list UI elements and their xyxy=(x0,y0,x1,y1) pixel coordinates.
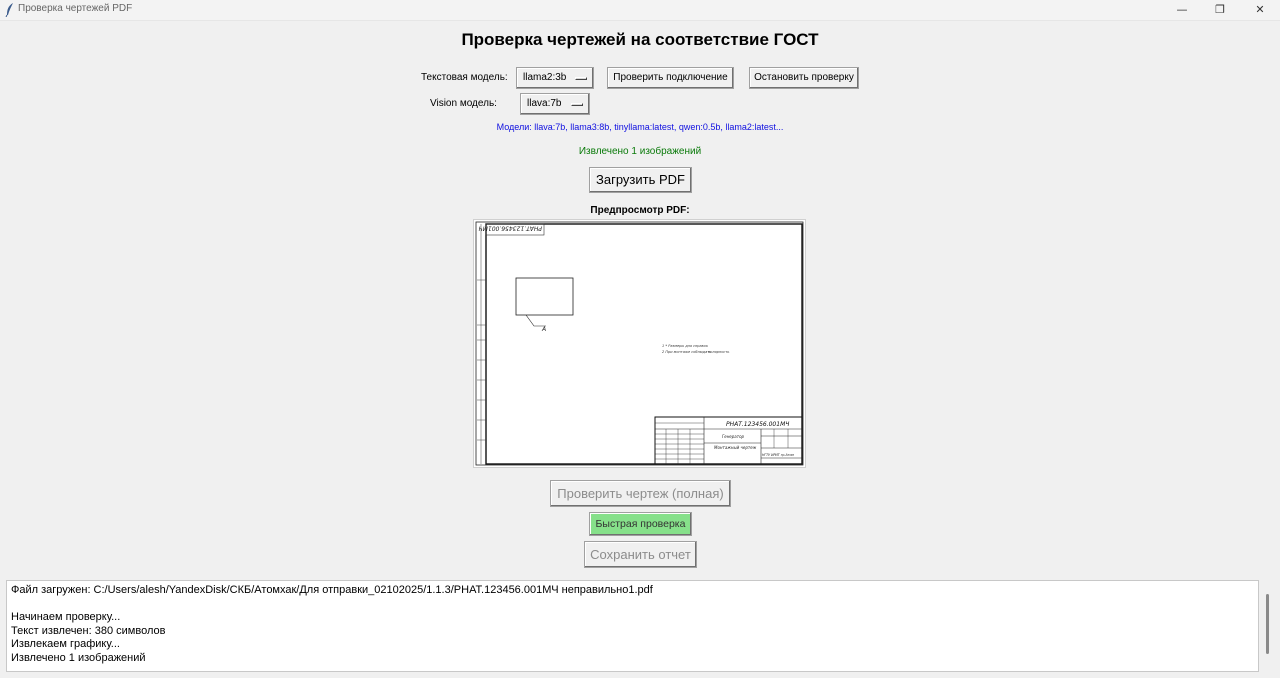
log-line: Текст извлечен: 380 символов xyxy=(11,624,166,637)
models-info: Модели: llava:7b, llama3:8b, tinyllama:l… xyxy=(496,122,784,132)
log-line: Файл загружен: C:/Users/alesh/YandexDisk… xyxy=(11,584,653,596)
check-full-button[interactable]: Проверить чертеж (полная) xyxy=(550,480,731,507)
corner-number: РНАТ.123456.001МЧ xyxy=(479,225,542,232)
app-window: Проверка чертежей PDF — ❐ ✕ Проверка чер… xyxy=(0,0,1280,678)
check-connection-button[interactable]: Проверить подключение xyxy=(607,67,734,89)
save-report-button[interactable]: Сохранить отчет xyxy=(584,541,697,568)
preview-label: Предпросмотр PDF: xyxy=(590,205,690,216)
minimize-button[interactable]: — xyxy=(1164,0,1200,20)
pdf-preview: РНАТ.123456.001МЧ А 1 * Размеры для спра… xyxy=(473,219,806,468)
maximize-button[interactable]: ❐ xyxy=(1202,0,1238,20)
stamp-title-2: Монтажный чертеж xyxy=(714,445,757,450)
vision-model-label: Vision модель: xyxy=(430,98,497,109)
log-line: Начинаем проверку... xyxy=(11,611,121,623)
log-textarea[interactable]: Файл загружен: C:/Users/alesh/YandexDisk… xyxy=(6,580,1259,672)
title-bar: Проверка чертежей PDF — ❐ ✕ xyxy=(0,0,1280,21)
feather-icon xyxy=(5,3,13,17)
stamp-org: НГТУ ИРИТ гр.Атом xyxy=(762,453,794,457)
scrollbar-thumb[interactable] xyxy=(1266,594,1269,654)
close-button[interactable]: ✕ xyxy=(1242,0,1278,20)
text-model-value: llama2:3b xyxy=(523,72,567,83)
dropdown-indicator-icon xyxy=(575,77,587,80)
vision-model-value: llava:7b xyxy=(527,98,562,109)
note-2: 2 При монтаже соблюдать xyxy=(662,350,711,354)
note-2b: полярность xyxy=(708,350,729,354)
extract-status: Извлечено 1 изображений xyxy=(578,146,702,157)
log-line: Извлечено 1 изображений xyxy=(11,651,146,664)
window-title: Проверка чертежей PDF xyxy=(18,3,133,14)
quick-check-button[interactable]: Быстрая проверка xyxy=(589,512,692,536)
page-title: Проверка чертежей на соответствие ГОСТ xyxy=(461,30,819,49)
view-label: А xyxy=(541,326,546,333)
text-model-label: Текстовая модель: xyxy=(421,72,508,83)
note-1: 1 * Размеры для справок xyxy=(662,344,709,348)
log-line: Извлекаем графику... xyxy=(11,638,120,650)
text-model-select[interactable]: llama2:3b xyxy=(516,67,594,89)
log-scrollbar[interactable] xyxy=(1262,580,1272,672)
stamp-title-1: Генератор xyxy=(722,434,745,439)
drawing-preview-image: РНАТ.123456.001МЧ А 1 * Размеры для спра… xyxy=(475,221,804,466)
load-pdf-button[interactable]: Загрузить PDF xyxy=(589,167,692,193)
stamp-number: РНАТ.123456.001МЧ xyxy=(726,421,789,428)
vision-model-select[interactable]: llava:7b xyxy=(520,93,590,115)
stop-check-button[interactable]: Остановить проверку xyxy=(749,67,859,89)
dropdown-indicator-icon xyxy=(571,103,583,106)
